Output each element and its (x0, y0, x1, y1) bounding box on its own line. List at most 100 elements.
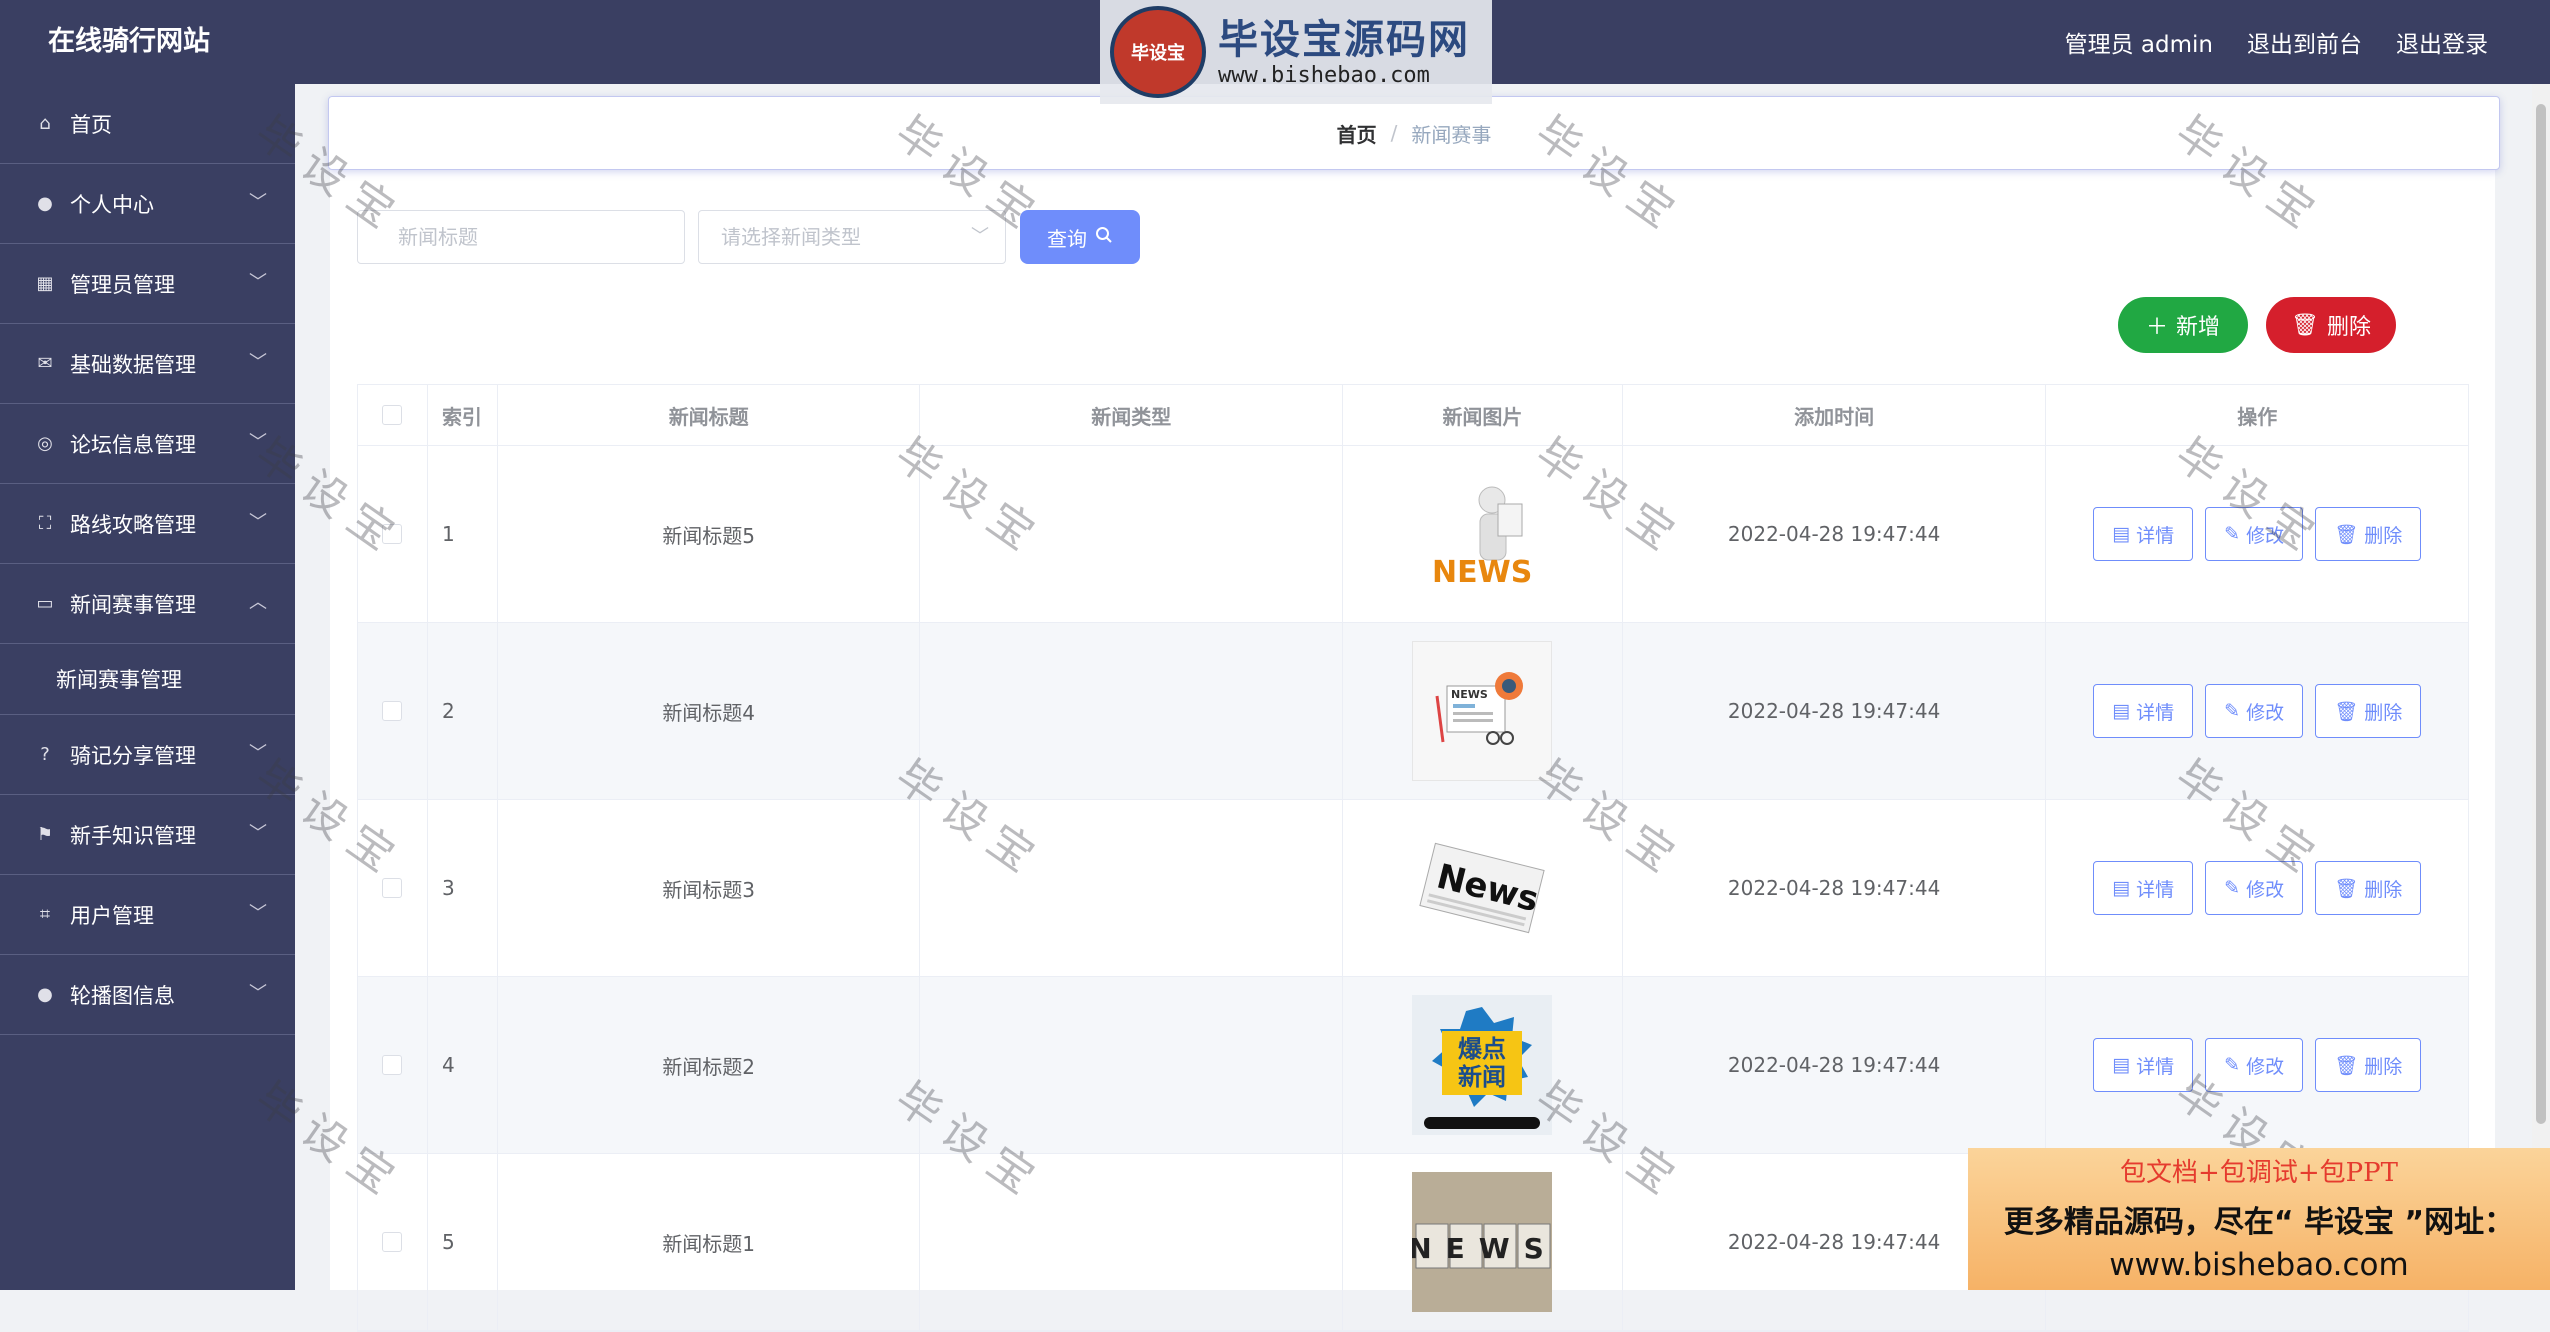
sidebar-item-beginner-knowledge[interactable]: ⚑ 新手知识管理 ﹀ (0, 795, 295, 875)
chevron-down-icon: ﹀ (249, 512, 267, 533)
row-title: 新闻标题2 (498, 977, 921, 1153)
compass-icon: ◎ (37, 433, 53, 454)
row-time: 2022-04-28 19:47:44 (1623, 446, 2047, 622)
edit-button[interactable]: ✎ 修改 (2205, 861, 2304, 915)
sidebar-item-label: 论坛信息管理 (70, 432, 196, 457)
sidebar-item-users[interactable]: ⌗ 用户管理 ﹀ (0, 875, 295, 955)
header-image: 新闻图片 (1343, 385, 1623, 445)
user-icon: ● (37, 193, 53, 214)
news-image: NEWS (1412, 464, 1552, 604)
delete-button[interactable]: 🗑 删除 (2315, 507, 2422, 561)
news-type-select[interactable]: 请选择新闻类型 ﹀ (698, 210, 1006, 264)
row-type (920, 446, 1344, 622)
table-row: 2 新闻标题4 NEWS 2022-04-28 19:47:44 ▤ 详情 ✎ … (358, 623, 2468, 800)
scrollbar-thumb[interactable] (2536, 104, 2546, 1124)
search-icon (1095, 225, 1113, 249)
logout-link[interactable]: 退出登录 (2396, 25, 2488, 59)
submenu-item-news-events[interactable]: 新闻赛事管理 (0, 644, 295, 715)
query-button-label: 查询 (1047, 226, 1087, 251)
sidebar-item-home[interactable]: ⌂ 首页 (0, 84, 295, 164)
sidebar-item-ride-share[interactable]: ? 骑记分享管理 ﹀ (0, 715, 295, 795)
row-time: 2022-04-28 19:47:44 (1623, 800, 2047, 976)
chevron-down-icon: ﹀ (249, 983, 267, 1004)
detail-button[interactable]: ▤ 详情 (2093, 1038, 2194, 1092)
chevron-down-icon: ﹀ (249, 272, 267, 293)
row-index: 2 (428, 623, 498, 799)
logo-text: 毕设宝源码网 www.bishebao.com (1218, 17, 1470, 88)
header-ops: 操作 (2237, 404, 2278, 429)
row-checkbox[interactable] (382, 701, 403, 721)
row-index: 1 (428, 446, 498, 622)
add-button[interactable]: ＋ 新增 (2118, 297, 2248, 353)
sidebar-item-admin-management[interactable]: ▦ 管理员管理 ﹀ (0, 244, 295, 324)
row-title: 新闻标题4 (498, 623, 921, 799)
detail-button[interactable]: ▤ 详情 (2093, 507, 2194, 561)
ad-banner: 包文档+包调试+包PPT 更多精品源码，尽在“ 毕设宝 ”网址： www.bis… (1968, 1148, 2550, 1290)
row-checkbox[interactable] (382, 524, 403, 544)
select-all-checkbox[interactable] (382, 405, 403, 425)
breadcrumb-home[interactable]: 首页 (1337, 119, 1377, 148)
add-button-label: 新增 (2176, 315, 2221, 340)
row-checkbox[interactable] (382, 1232, 403, 1252)
delete-button[interactable]: 🗑 删除 (2315, 1038, 2422, 1092)
sidebar-item-carousel[interactable]: ● 轮播图信息 ﹀ (0, 955, 295, 1035)
row-title: 新闻标题1 (498, 1154, 921, 1330)
sidebar-item-personal-center[interactable]: ● 个人中心 ﹀ (0, 164, 295, 244)
detail-button[interactable]: ▤ 详情 (2093, 861, 2194, 915)
sidebar-item-news-events[interactable]: ▭ 新闻赛事管理 ︿ (0, 564, 295, 644)
batch-delete-button[interactable]: 🗑 删除 (2266, 297, 2396, 353)
table-header: 索引 新闻标题 新闻类型 新闻图片 添加时间 操作 (358, 385, 2468, 446)
news-word-label: NEWS (1451, 688, 1488, 701)
edit-button[interactable]: ✎ 修改 (2205, 1038, 2304, 1092)
header-time: 添加时间 (1623, 385, 2047, 445)
row-type (920, 623, 1344, 799)
fullscreen-icon: ⛶ (38, 513, 52, 534)
hot-news-line2: 新闻 (1458, 1063, 1506, 1091)
header-index: 索引 (428, 385, 498, 445)
row-type (920, 977, 1344, 1153)
chevron-down-icon: ﹀ (249, 352, 267, 373)
row-time: 2022-04-28 19:47:44 (1623, 977, 2047, 1153)
news-image: NEWS (1412, 1172, 1553, 1312)
chat-icon: ▭ (36, 593, 54, 614)
edit-button[interactable]: ✎ 修改 (2205, 684, 2304, 738)
query-button[interactable]: 查询 (1020, 210, 1140, 264)
row-title: 新闻标题5 (498, 446, 921, 622)
delete-button[interactable]: 🗑 删除 (2315, 861, 2422, 915)
news-image: 爆点 新闻 (1412, 995, 1553, 1135)
sidebar: ⌂ 首页 ● 个人中心 ﹀ ▦ 管理员管理 ﹀ ✉ 基础数据管理 ﹀ ◎ 论坛信… (0, 84, 295, 1290)
document-icon: ▤ (2112, 877, 2131, 899)
row-checkbox[interactable] (382, 878, 403, 898)
crop-icon: ⌗ (39, 904, 51, 925)
logo-url: www.bishebao.com (1218, 62, 1430, 88)
chevron-down-icon: ﹀ (971, 226, 989, 247)
sidebar-item-route-guide[interactable]: ⛶ 路线攻略管理 ﹀ (0, 484, 295, 564)
delete-button[interactable]: 🗑 删除 (2315, 684, 2422, 738)
edit-button[interactable]: ✎ 修改 (2205, 507, 2304, 561)
trash-icon: 🗑 (2334, 877, 2359, 900)
page-scrollbar[interactable] (2532, 84, 2550, 1148)
logo-name: 毕设宝源码网 (1218, 16, 1470, 63)
news-word-label: NEWS (1432, 555, 1532, 590)
sidebar-item-base-data[interactable]: ✉ 基础数据管理 ﹀ (0, 324, 295, 404)
detail-button[interactable]: ▤ 详情 (2093, 684, 2194, 738)
row-type (920, 1154, 1344, 1330)
sidebar-item-forum[interactable]: ◎ 论坛信息管理 ﹀ (0, 404, 295, 484)
table-row: 4 新闻标题2 爆点 新闻 2022-04-28 19:47:44 ▤ 详情 ✎ 修… (358, 977, 2468, 1154)
sidebar-item-label: 基础数据管理 (70, 352, 196, 377)
back-to-front-link[interactable]: 退出到前台 (2247, 25, 2362, 59)
news-title-search-input[interactable] (357, 210, 685, 264)
sidebar-item-label: 个人中心 (70, 192, 154, 217)
admin-label: 管理员 admin (2064, 32, 2213, 58)
trash-icon: 🗑 (2291, 312, 2319, 338)
batch-delete-button-label: 删除 (2326, 315, 2371, 340)
watermark-logo-banner: 毕设宝 毕设宝源码网 www.bishebao.com (1100, 0, 1492, 104)
chevron-down-icon: ﹀ (249, 192, 267, 213)
chevron-up-icon: ︿ (249, 592, 267, 613)
row-title: 新闻标题3 (498, 800, 921, 976)
header-actions: 管理员 admin 退出到前台 退出登录 (2065, 0, 2488, 84)
flag-icon: ⚑ (36, 824, 54, 845)
row-checkbox[interactable] (382, 1055, 403, 1075)
table-row: 1 新闻标题5 NEWS 2022-04-28 19:47:44 ▤ 详情 ✎ 修改… (358, 446, 2468, 623)
news-word-label: NEWS (1412, 1232, 1552, 1265)
